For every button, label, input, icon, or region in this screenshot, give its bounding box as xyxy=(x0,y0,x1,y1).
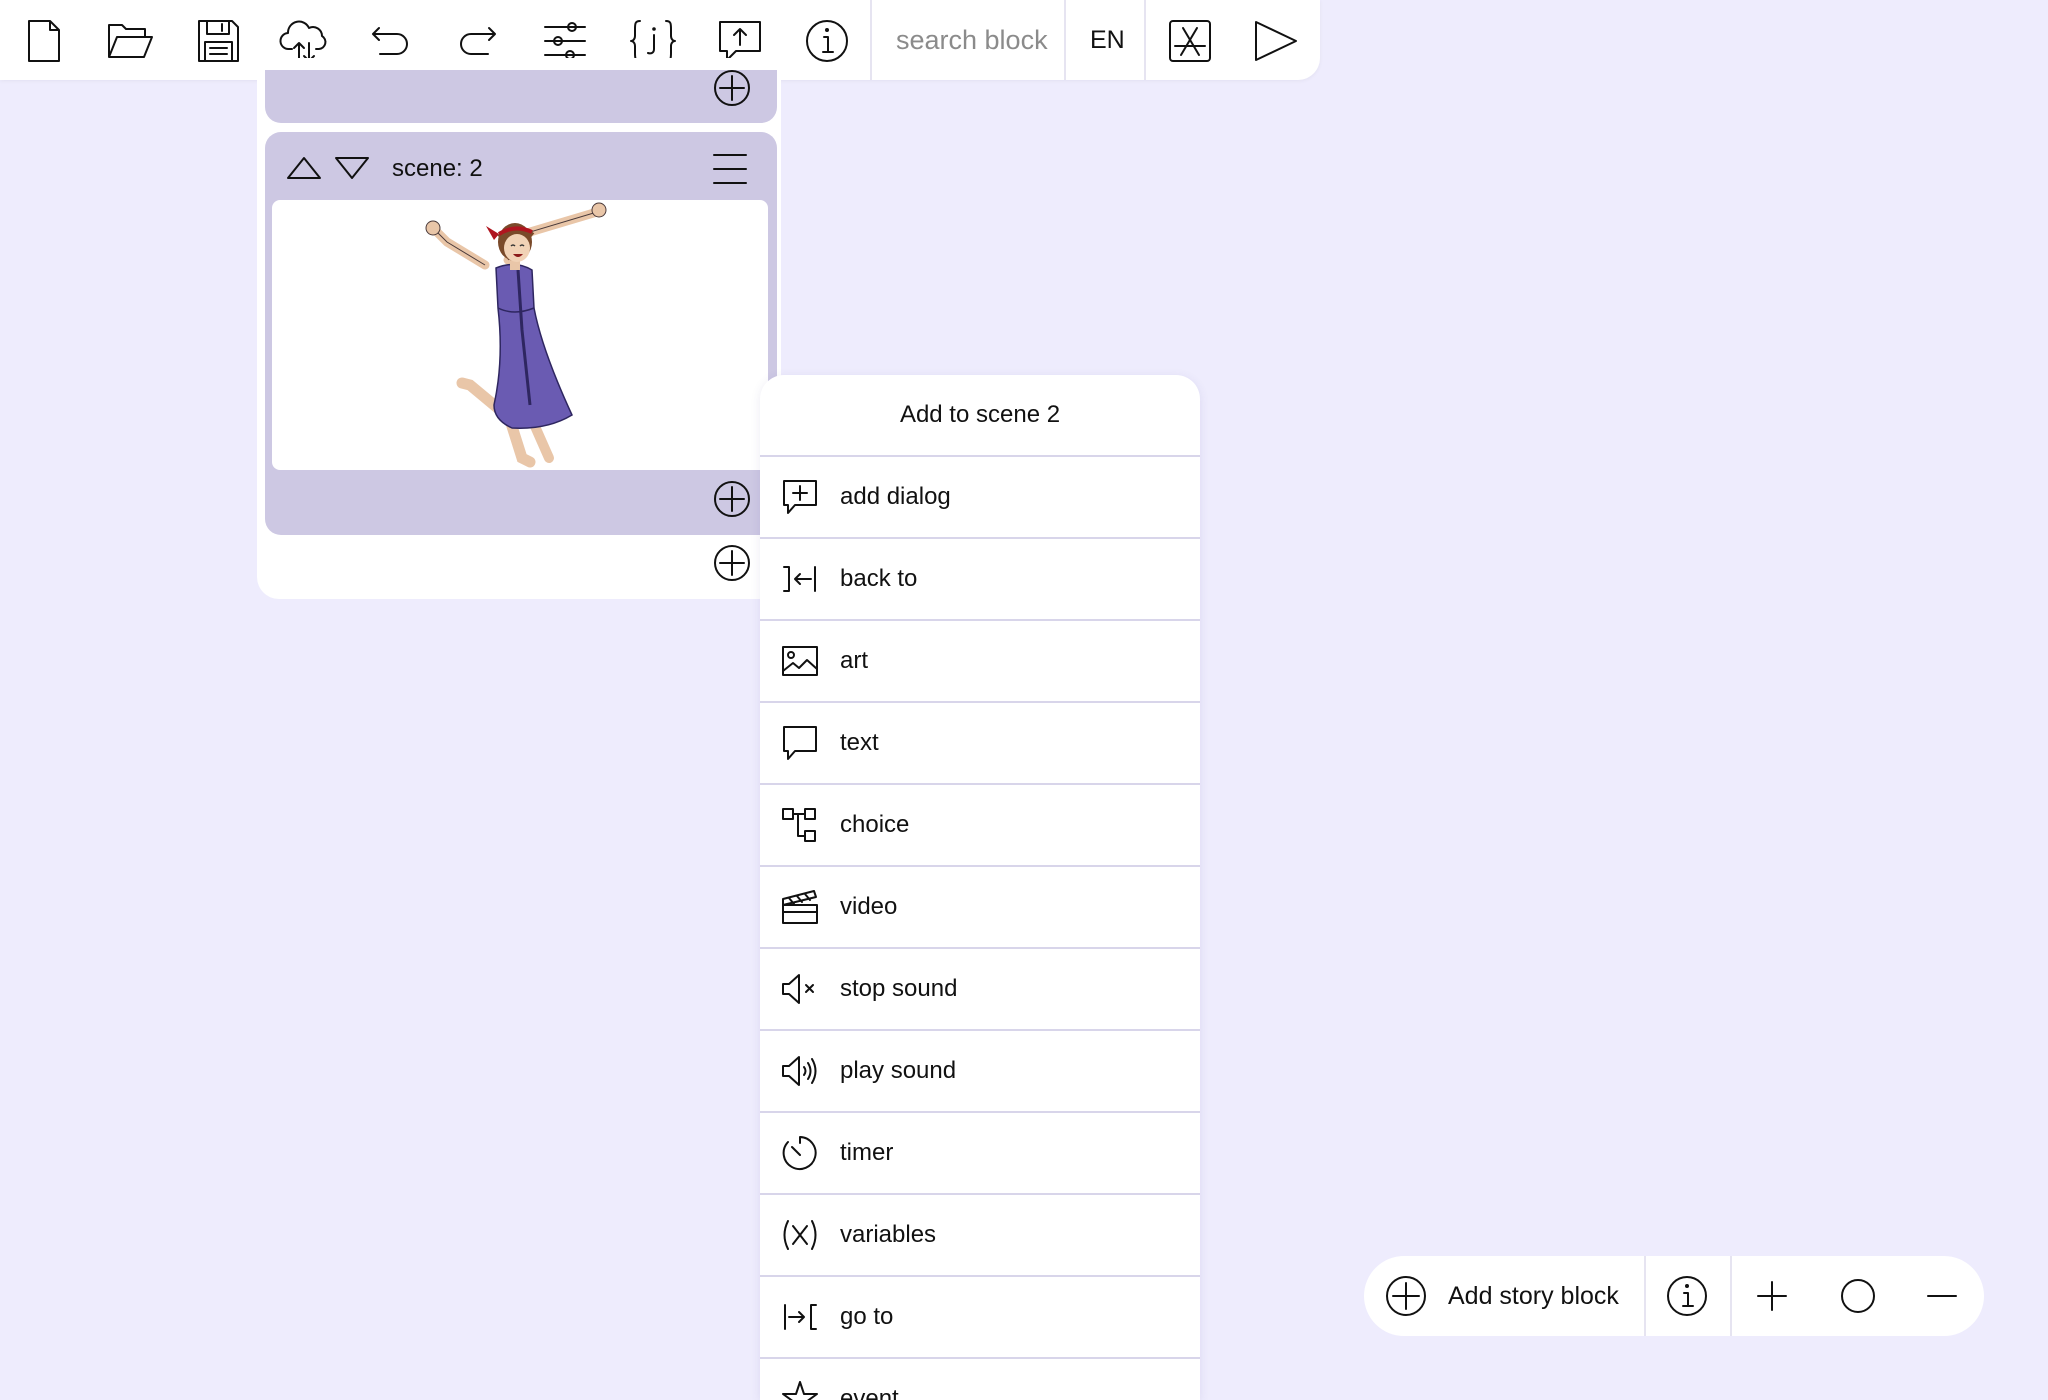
save-button[interactable] xyxy=(192,15,244,67)
back-to-icon xyxy=(780,559,820,599)
toolbar-divider xyxy=(1064,0,1066,80)
clapperboard-icon xyxy=(780,887,820,927)
play-button[interactable] xyxy=(1250,15,1302,67)
menu-item-label: choice xyxy=(840,811,910,838)
menu-item-label: event xyxy=(840,1385,899,1400)
add-story-block-label: Add story block xyxy=(1448,1282,1619,1310)
go-to-icon xyxy=(780,1297,820,1337)
scene-title: scene: 2 xyxy=(392,155,483,182)
play-icon xyxy=(1255,21,1297,61)
popup-title: Add to scene 2 xyxy=(760,375,1200,457)
menu-item-add-dialog[interactable]: add dialog xyxy=(760,457,1200,539)
menu-item-choice[interactable]: choice xyxy=(760,785,1200,867)
scene-menu-button[interactable] xyxy=(710,150,750,188)
menu-item-back-to[interactable]: back to xyxy=(760,539,1200,621)
menu-item-video[interactable]: video xyxy=(760,867,1200,949)
file-icon xyxy=(28,20,60,62)
plus-circle-icon xyxy=(714,481,750,517)
menu-item-play-sound[interactable]: play sound xyxy=(760,1031,1200,1113)
menu-item-timer[interactable]: timer xyxy=(760,1113,1200,1195)
app-store-icon xyxy=(1169,20,1211,62)
previous-scene-card xyxy=(265,70,777,123)
menu-item-label: back to xyxy=(840,565,918,592)
add-story-block-button[interactable]: Add story block xyxy=(1364,1256,1644,1336)
menu-item-stop-sound[interactable]: stop sound xyxy=(760,949,1200,1031)
variables-icon xyxy=(780,1215,820,1255)
toolbar-divider xyxy=(1144,0,1146,80)
menu-item-label: add dialog xyxy=(840,483,951,510)
floppy-disk-icon xyxy=(198,20,239,62)
app-store-button[interactable] xyxy=(1164,15,1216,67)
triangle-down-icon xyxy=(335,157,369,179)
jumping-girl-illustration xyxy=(425,202,607,468)
triangle-up-icon xyxy=(287,157,321,179)
hamburger-menu-icon xyxy=(713,154,747,184)
menu-item-variables[interactable]: variables xyxy=(760,1195,1200,1277)
toolbar-divider xyxy=(870,0,872,80)
info-icon xyxy=(806,20,848,62)
bar-divider xyxy=(1644,1256,1646,1336)
menu-item-text[interactable]: text xyxy=(760,703,1200,785)
scene-move-up-button[interactable] xyxy=(284,152,324,184)
language-button[interactable]: EN xyxy=(1090,25,1125,55)
reset-zoom-button[interactable] xyxy=(1836,1274,1880,1318)
speaker-play-icon xyxy=(780,1051,820,1091)
menu-item-label: variables xyxy=(840,1221,937,1248)
plus-circle-icon xyxy=(714,70,750,106)
info-button[interactable] xyxy=(801,15,853,67)
menu-item-label: timer xyxy=(840,1139,894,1166)
plus-icon xyxy=(1757,1281,1787,1311)
bar-divider xyxy=(1730,1256,1732,1336)
open-folder-button[interactable] xyxy=(104,15,156,67)
add-scene-button[interactable] xyxy=(712,543,752,583)
new-file-button[interactable] xyxy=(18,15,70,67)
canvas-controls-bar: Add story block xyxy=(1364,1256,1984,1336)
menu-item-label: text xyxy=(840,729,879,756)
add-to-previous-scene-button[interactable] xyxy=(712,68,752,108)
zoom-in-button[interactable] xyxy=(1750,1274,1794,1318)
menu-item-label: play sound xyxy=(840,1057,957,1084)
circle-icon xyxy=(1841,1279,1875,1313)
info-icon xyxy=(1667,1276,1707,1316)
add-to-scene-popup: Add to scene 2 add dialog back to art te… xyxy=(760,375,1200,1400)
add-to-scene-button[interactable] xyxy=(712,479,752,519)
speaker-mute-icon xyxy=(780,969,820,1009)
menu-item-go-to[interactable]: go to xyxy=(760,1277,1200,1359)
folder-open-icon xyxy=(108,24,153,58)
search-input[interactable] xyxy=(874,0,1064,80)
timer-icon xyxy=(780,1133,820,1173)
menu-item-label: video xyxy=(840,893,898,920)
plus-circle-icon xyxy=(1384,1274,1428,1318)
menu-item-event[interactable]: event xyxy=(760,1359,1200,1400)
event-star-icon xyxy=(780,1379,820,1400)
choice-tree-icon xyxy=(780,805,820,845)
help-info-button[interactable] xyxy=(1665,1274,1709,1318)
scene-art-image[interactable] xyxy=(272,200,768,470)
menu-item-label: go to xyxy=(840,1303,894,1330)
minus-icon xyxy=(1927,1295,1957,1297)
menu-item-art[interactable]: art xyxy=(760,621,1200,703)
dialog-add-icon xyxy=(780,477,820,517)
menu-item-label: art xyxy=(840,647,869,674)
menu-item-label: stop sound xyxy=(840,975,958,1002)
plus-circle-icon xyxy=(714,545,750,581)
speech-bubble-icon xyxy=(780,723,820,763)
scene-move-down-button[interactable] xyxy=(332,152,372,184)
image-icon xyxy=(780,641,820,681)
zoom-out-button[interactable] xyxy=(1920,1274,1964,1318)
